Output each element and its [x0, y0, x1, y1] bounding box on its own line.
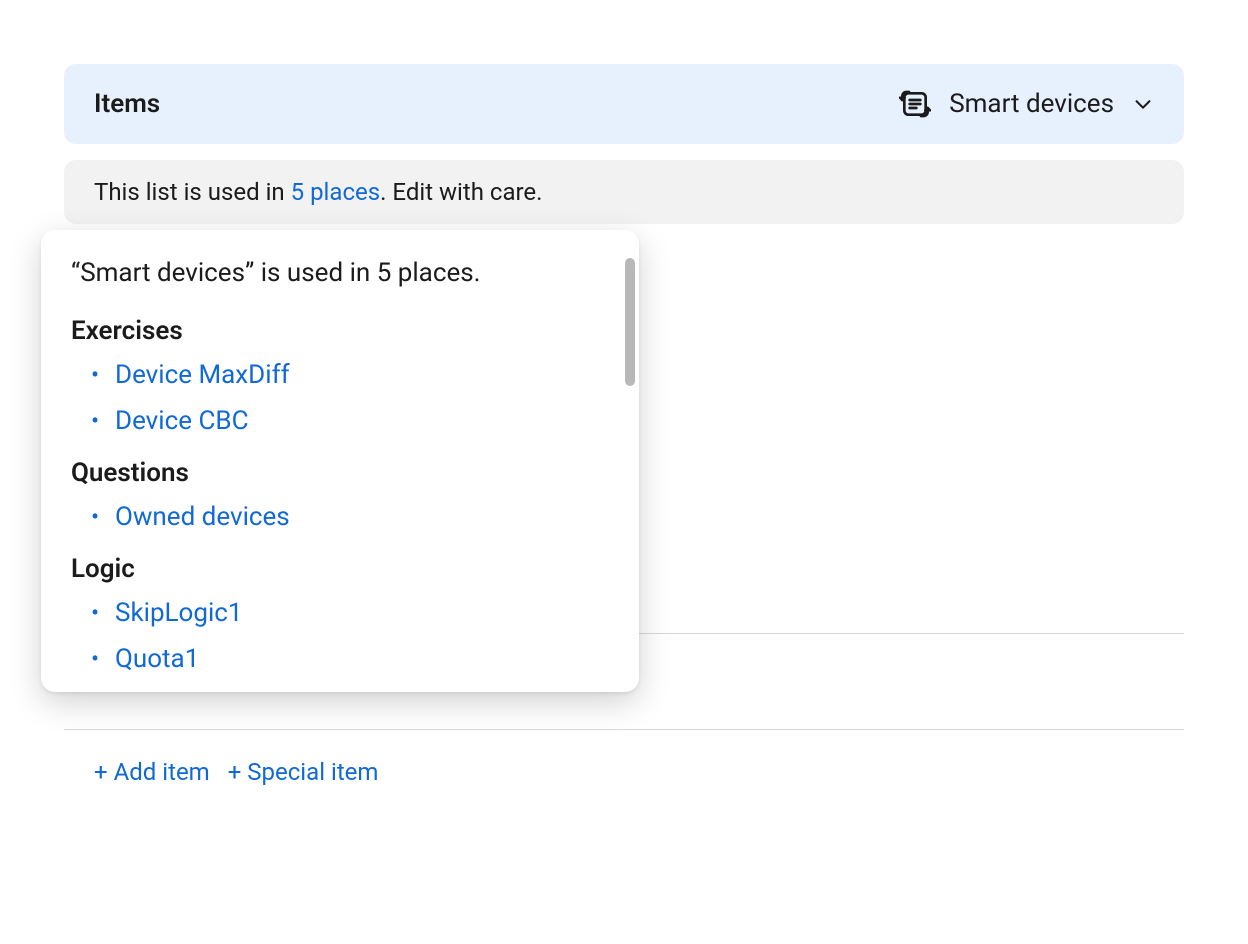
list-name: Smart devices	[949, 89, 1114, 119]
popover-section-list: SkipLogic1 Quota1	[71, 590, 609, 682]
list-selector[interactable]: Smart devices	[899, 88, 1154, 120]
add-item-button[interactable]: + Add item	[94, 758, 210, 786]
popover-section-heading: Questions	[71, 458, 609, 488]
popover-link[interactable]: Device MaxDiff	[91, 352, 609, 398]
usage-places-link[interactable]: 5 places	[291, 178, 380, 206]
usage-notice: This list is used in 5 places. Edit with…	[64, 160, 1184, 224]
popover-link[interactable]: Owned devices	[91, 494, 609, 540]
panel: Items Smart devices	[0, 0, 1248, 944]
scrollbar-thumb[interactable]	[625, 258, 635, 386]
popover-section-list: Owned devices	[71, 494, 609, 540]
list-icon	[899, 88, 931, 120]
popover-title: “Smart devices” is used in 5 places.	[71, 258, 609, 288]
popover-link[interactable]: Quota1	[91, 636, 609, 682]
popover-section-list: Device MaxDiff Device CBC	[71, 352, 609, 444]
popover-section-heading: Exercises	[71, 316, 609, 346]
add-actions: + Add item + Special item	[64, 730, 1184, 786]
popover-section-heading: Logic	[71, 554, 609, 584]
items-header: Items Smart devices	[64, 64, 1184, 144]
chevron-down-icon	[1132, 93, 1154, 115]
add-special-item-button[interactable]: + Special item	[228, 758, 379, 786]
popover-link[interactable]: SkipLogic1	[91, 590, 609, 636]
popover-link[interactable]: Device CBC	[91, 398, 609, 444]
notice-prefix: This list is used in	[94, 178, 291, 206]
usage-popover: “Smart devices” is used in 5 places. Exe…	[41, 230, 639, 692]
notice-suffix: . Edit with care.	[380, 178, 542, 206]
header-title: Items	[94, 89, 160, 119]
